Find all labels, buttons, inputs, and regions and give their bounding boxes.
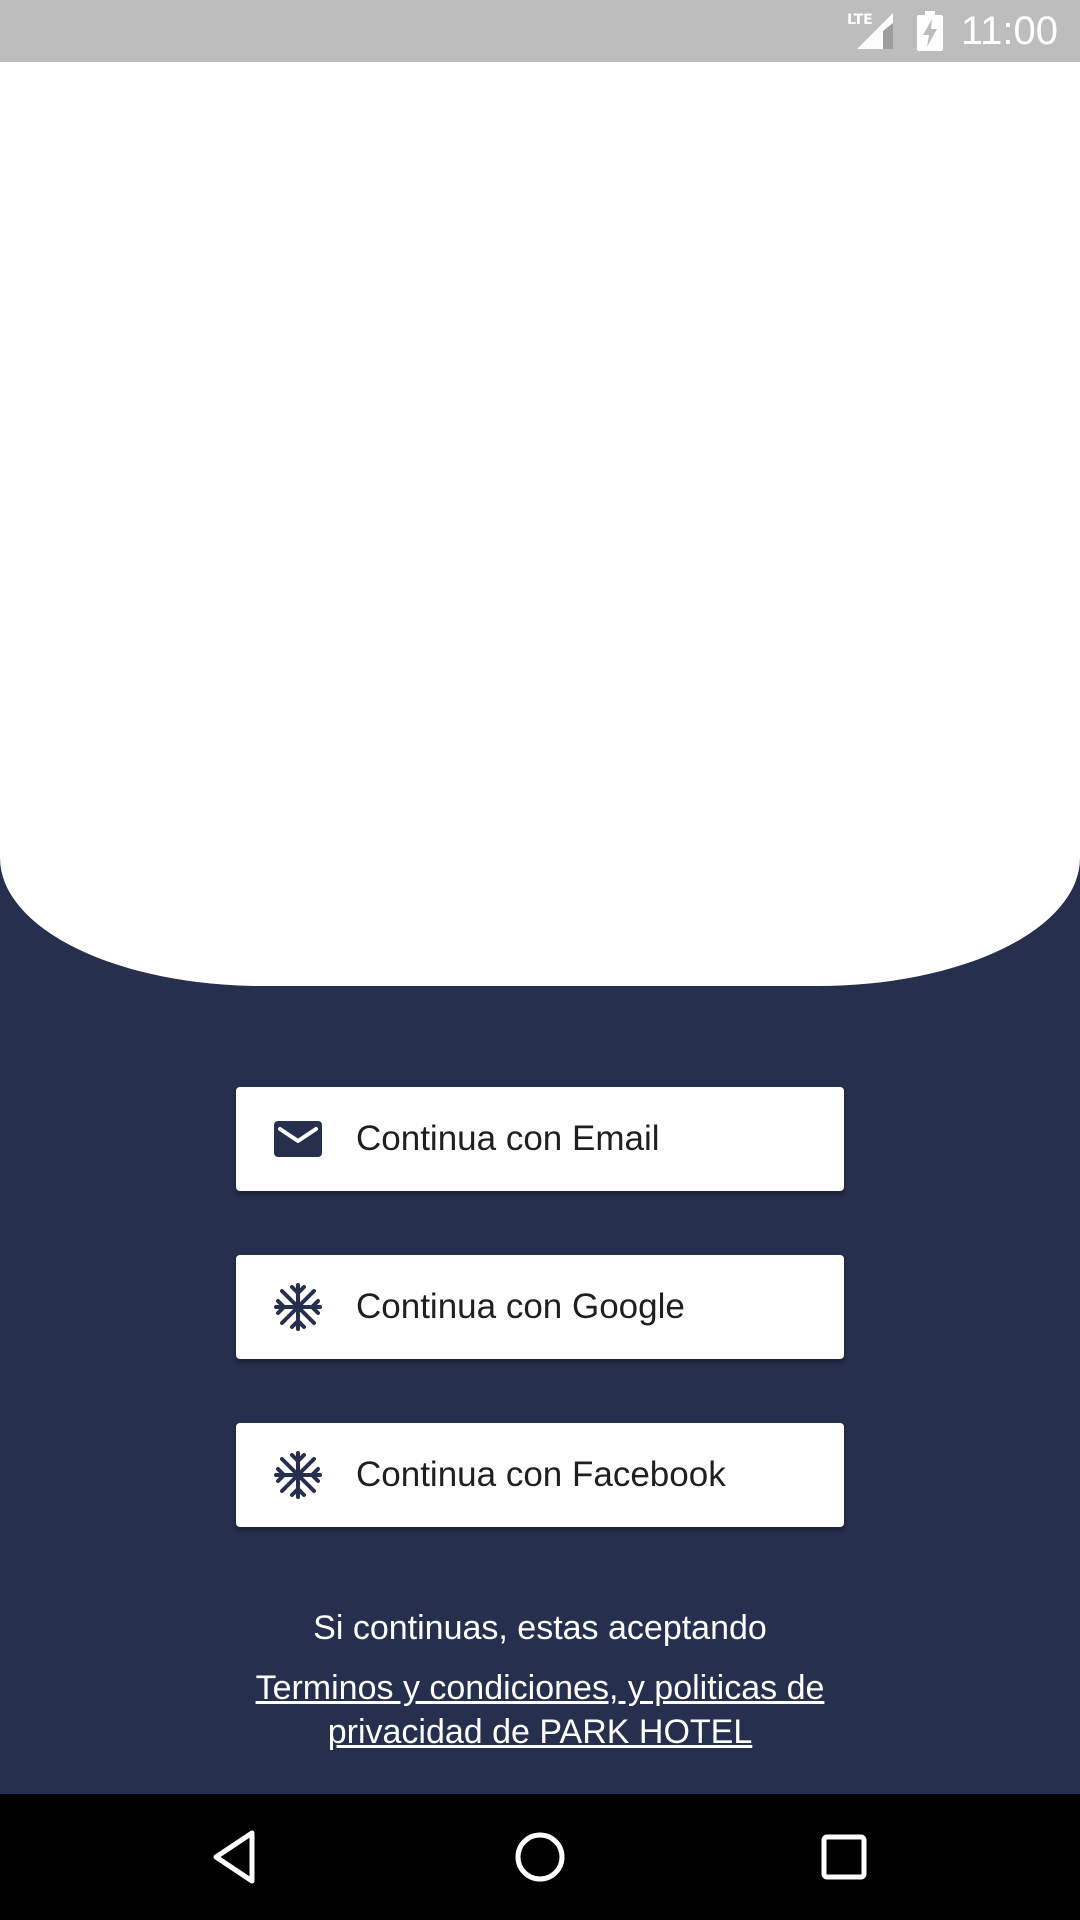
recents-square-icon[interactable] (814, 1827, 874, 1887)
continue-email-button[interactable]: Continua con Email (236, 1087, 844, 1191)
lte-signal-icon: LTE (847, 12, 893, 49)
terms-link-line2: privacidad de PARK HOTEL (327, 1713, 753, 1751)
terms-link-line1: Terminos y condiciones, y politicas de (255, 1669, 825, 1707)
hero-banner (0, 62, 1080, 986)
continue-email-label: Continua con Email (356, 1119, 660, 1158)
terms-privacy-link[interactable]: Terminos y condiciones, y politicas de p… (215, 1666, 865, 1754)
terms-intro-text: Si continuas, estas aceptando (313, 1609, 767, 1647)
continue-google-label: Continua con Google (356, 1287, 685, 1326)
status-icons: LTE 11:00 (847, 0, 1058, 62)
home-circle-icon[interactable] (510, 1827, 570, 1887)
snowflake-icon (274, 1451, 322, 1499)
status-time: 11:00 (960, 9, 1058, 53)
battery-charging-icon (916, 11, 943, 51)
status-bar: LTE 11:00 (0, 0, 1080, 62)
continue-google-button[interactable]: Continua con Google (236, 1255, 844, 1359)
mail-icon (274, 1121, 322, 1157)
continue-facebook-button[interactable]: Continua con Facebook (236, 1423, 844, 1527)
navigation-bar (0, 1794, 1080, 1920)
lte-label: LTE (847, 12, 873, 28)
snowflake-icon (274, 1283, 322, 1331)
continue-facebook-label: Continua con Facebook (356, 1455, 726, 1494)
back-triangle-icon[interactable] (206, 1827, 266, 1887)
